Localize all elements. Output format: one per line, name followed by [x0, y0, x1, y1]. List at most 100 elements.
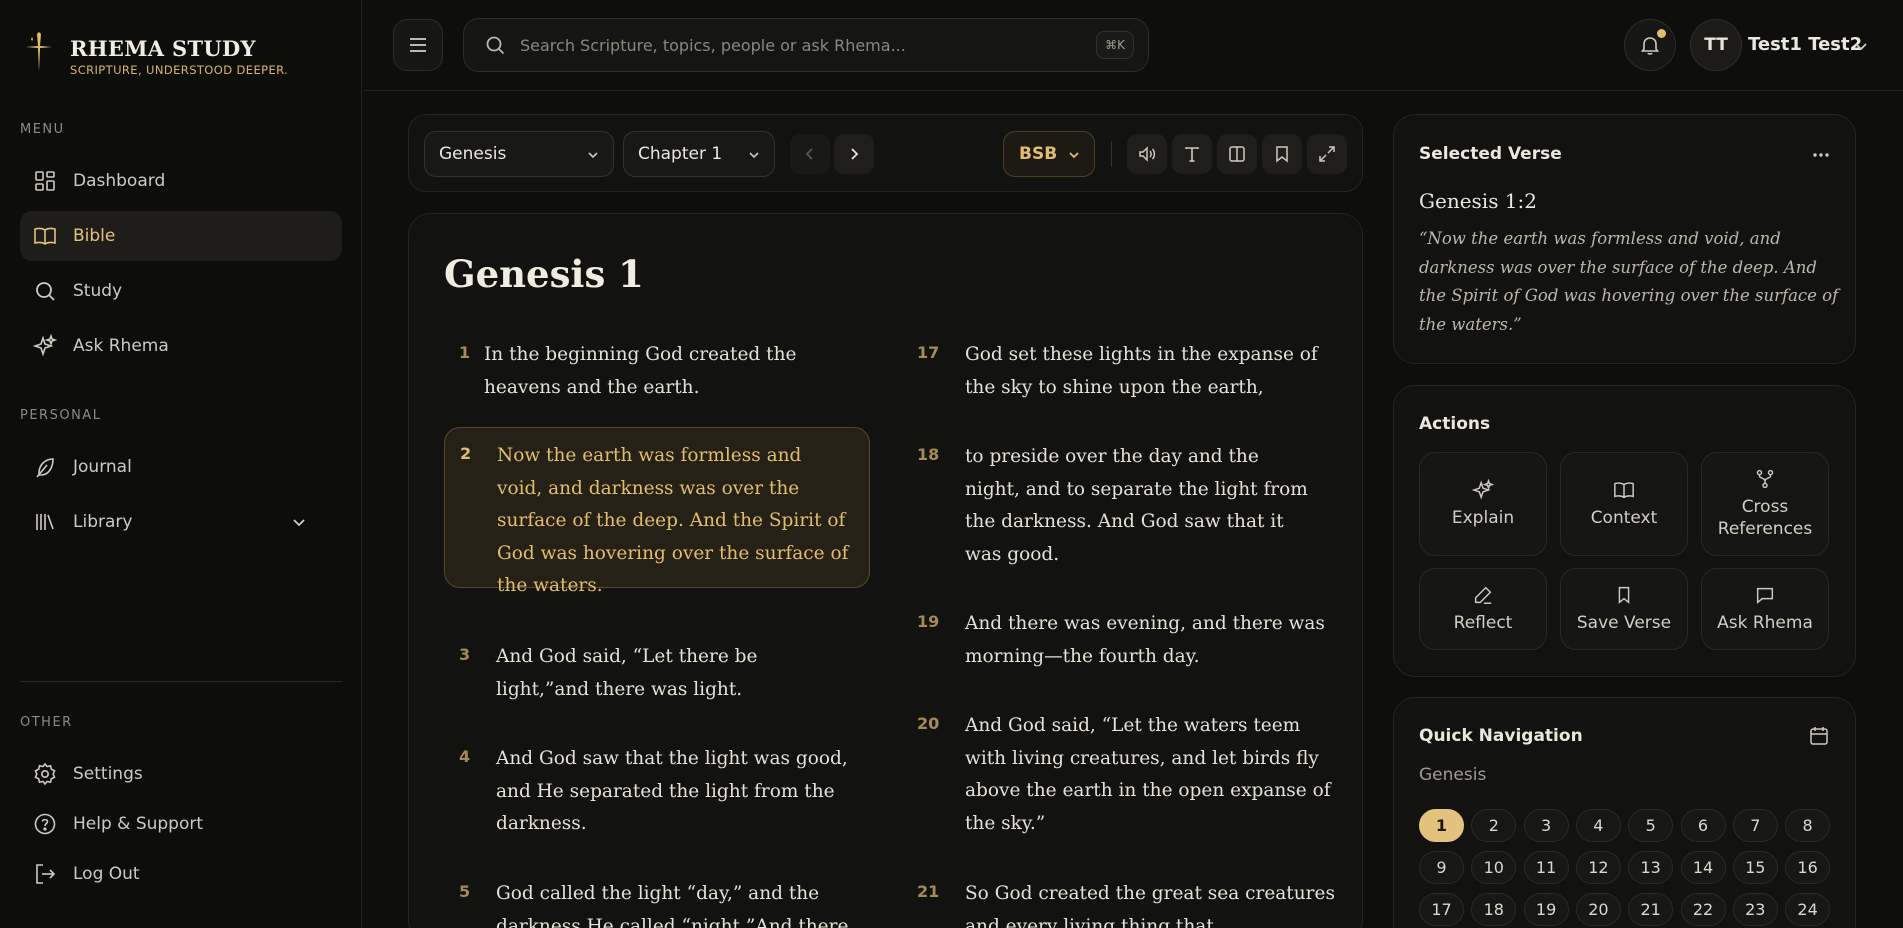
bible-reader: Genesis 1 1 In the beginning God created…	[408, 213, 1363, 928]
menu-toggle-button[interactable]	[393, 19, 443, 71]
verse-item-selected[interactable]: 2 Now the earth was formless and void, a…	[444, 427, 870, 596]
user-menu-chevron-icon[interactable]	[1852, 37, 1870, 55]
selected-verse-reference: Genesis 1:2	[1419, 189, 1537, 213]
chapter-button-3[interactable]: 3	[1523, 809, 1569, 842]
translation-select[interactable]: BSB	[1003, 131, 1095, 177]
avatar[interactable]: TT	[1690, 19, 1742, 71]
audio-button[interactable]	[1127, 134, 1167, 174]
action-label: Cross References	[1717, 497, 1813, 539]
chapter-button-8[interactable]: 8	[1785, 809, 1831, 842]
book-icon	[34, 227, 56, 245]
verse-number: 2	[460, 444, 472, 463]
brand-subtitle: SCRIPTURE, UNDERSTOOD DEEPER.	[70, 63, 289, 77]
verse-number: 3	[459, 645, 471, 664]
sidebar-item-logout[interactable]: Log Out	[20, 849, 342, 899]
reflect-button[interactable]: Reflect	[1419, 568, 1547, 650]
bell-icon	[1640, 37, 1660, 55]
translation-select-value: BSB	[1019, 144, 1058, 164]
chapter-button-2[interactable]: 2	[1471, 809, 1517, 842]
book-select[interactable]: Genesis	[424, 131, 614, 177]
toolbar-divider	[1111, 141, 1112, 167]
chapter-button-4[interactable]: 4	[1575, 809, 1621, 842]
action-label: Context	[1590, 508, 1658, 528]
previous-chapter-button[interactable]	[790, 134, 830, 174]
user-name[interactable]: Test1 Test2	[1748, 34, 1862, 55]
fullscreen-button[interactable]	[1307, 134, 1347, 174]
chapter-button-11[interactable]: 11	[1523, 851, 1569, 884]
chapter-select[interactable]: Chapter 1	[623, 131, 775, 177]
notifications-button[interactable]	[1624, 19, 1676, 71]
chapter-button-20[interactable]: 20	[1575, 893, 1621, 926]
chapter-button-24[interactable]: 24	[1785, 893, 1831, 926]
sidebar-item-label: Ask Rhema	[73, 336, 169, 356]
search-icon	[486, 36, 505, 55]
chapter-button-6[interactable]: 6	[1680, 809, 1726, 842]
chapter-button-23[interactable]: 23	[1732, 893, 1778, 926]
verse-item[interactable]: 17 God set these lights in the expanse o…	[917, 339, 1347, 404]
chapter-button-16[interactable]: 16	[1785, 851, 1831, 884]
chapter-button-21[interactable]: 21	[1628, 893, 1674, 926]
chapter-button-22[interactable]: 22	[1680, 893, 1726, 926]
chapter-button-10[interactable]: 10	[1471, 851, 1517, 884]
actions-title: Actions	[1419, 414, 1491, 434]
logout-icon	[36, 864, 56, 884]
verse-item[interactable]: 5 God called the light “day,” and the da…	[444, 878, 864, 928]
sidebar-item-ask-rhema[interactable]: Ask Rhema	[20, 321, 342, 371]
selected-verse-title: Selected Verse	[1419, 144, 1562, 164]
action-label: Reflect	[1453, 613, 1513, 633]
verse-text: So God created the great sea creatures a…	[965, 883, 1335, 928]
calendar-icon[interactable]	[1808, 725, 1830, 747]
search-input[interactable]: Search Scripture, topics, people or ask …	[520, 36, 906, 55]
verse-item[interactable]: 4 And God saw that the light was good, a…	[444, 743, 864, 841]
verse-number: 1	[459, 343, 471, 362]
brand-logo[interactable]: RHEMA STUDY SCRIPTURE, UNDERSTOOD DEEPER…	[22, 30, 288, 77]
chapter-button-14[interactable]: 14	[1680, 851, 1726, 884]
chapter-button-5[interactable]: 5	[1628, 809, 1674, 842]
sidebar-item-study[interactable]: Study	[20, 266, 342, 316]
sidebar-item-bible[interactable]: Bible	[20, 211, 342, 261]
sidebar-item-journal[interactable]: Journal	[20, 442, 342, 492]
parallel-view-button[interactable]	[1217, 134, 1257, 174]
chapter-button-9[interactable]: 9	[1419, 851, 1464, 884]
verse-number: 5	[459, 882, 471, 901]
sidebar-item-dashboard[interactable]: Dashboard	[20, 156, 342, 206]
more-options-icon[interactable]	[1811, 145, 1831, 165]
save-verse-button[interactable]: Save Verse	[1560, 568, 1688, 650]
chapter-button-12[interactable]: 12	[1575, 851, 1621, 884]
book-open-icon	[1614, 482, 1634, 499]
bookmark-button[interactable]	[1262, 134, 1302, 174]
bookmark-icon	[1618, 586, 1630, 604]
pen-icon	[1474, 586, 1492, 604]
verse-item[interactable]: 1 In the beginning God created the heave…	[444, 339, 864, 404]
sidebar-item-label: Settings	[73, 764, 143, 784]
verse-item[interactable]: 19 And there was evening, and there was …	[917, 608, 1347, 673]
chapter-button-13[interactable]: 13	[1628, 851, 1674, 884]
verse-item[interactable]: 3 And God said, “Let there be light,”and…	[444, 641, 864, 706]
chapter-button-17[interactable]: 17	[1419, 893, 1464, 926]
verse-item[interactable]: 20 And God said, “Let the waters teem wi…	[917, 710, 1347, 840]
sidebar-item-library[interactable]: Library	[20, 497, 342, 547]
action-label: Ask Rhema	[1717, 613, 1813, 633]
verse-text: God set these lights in the expanse of t…	[965, 344, 1318, 398]
search-bar[interactable]: Search Scripture, topics, people or ask …	[463, 18, 1149, 72]
verse-item[interactable]: 18 to preside over the day and the night…	[917, 441, 1347, 571]
gear-icon	[34, 762, 56, 786]
sidebar-item-settings[interactable]: Settings	[20, 749, 342, 799]
other-section-label: OTHER	[20, 715, 73, 730]
next-chapter-button[interactable]	[834, 134, 874, 174]
context-button[interactable]: Context	[1560, 452, 1688, 556]
explain-button[interactable]: Explain	[1419, 452, 1547, 556]
chapter-button-7[interactable]: 7	[1732, 809, 1778, 842]
sidebar-item-help[interactable]: Help & Support	[20, 799, 342, 849]
verse-item[interactable]: 21 So God created the great sea creature…	[917, 878, 1347, 928]
bookmark-icon	[1276, 146, 1288, 163]
ask-rhema-button[interactable]: Ask Rhema	[1701, 568, 1829, 650]
chapter-button-15[interactable]: 15	[1732, 851, 1778, 884]
text-size-button[interactable]	[1172, 134, 1212, 174]
chapter-button-18[interactable]: 18	[1471, 893, 1517, 926]
chapter-select-value: Chapter 1	[638, 144, 723, 164]
chapter-button-19[interactable]: 19	[1523, 893, 1569, 926]
verse-text: And there was evening, and there was mor…	[965, 613, 1325, 667]
cross-references-button[interactable]: Cross References	[1701, 452, 1829, 556]
chapter-button-1[interactable]: 1	[1419, 809, 1464, 842]
